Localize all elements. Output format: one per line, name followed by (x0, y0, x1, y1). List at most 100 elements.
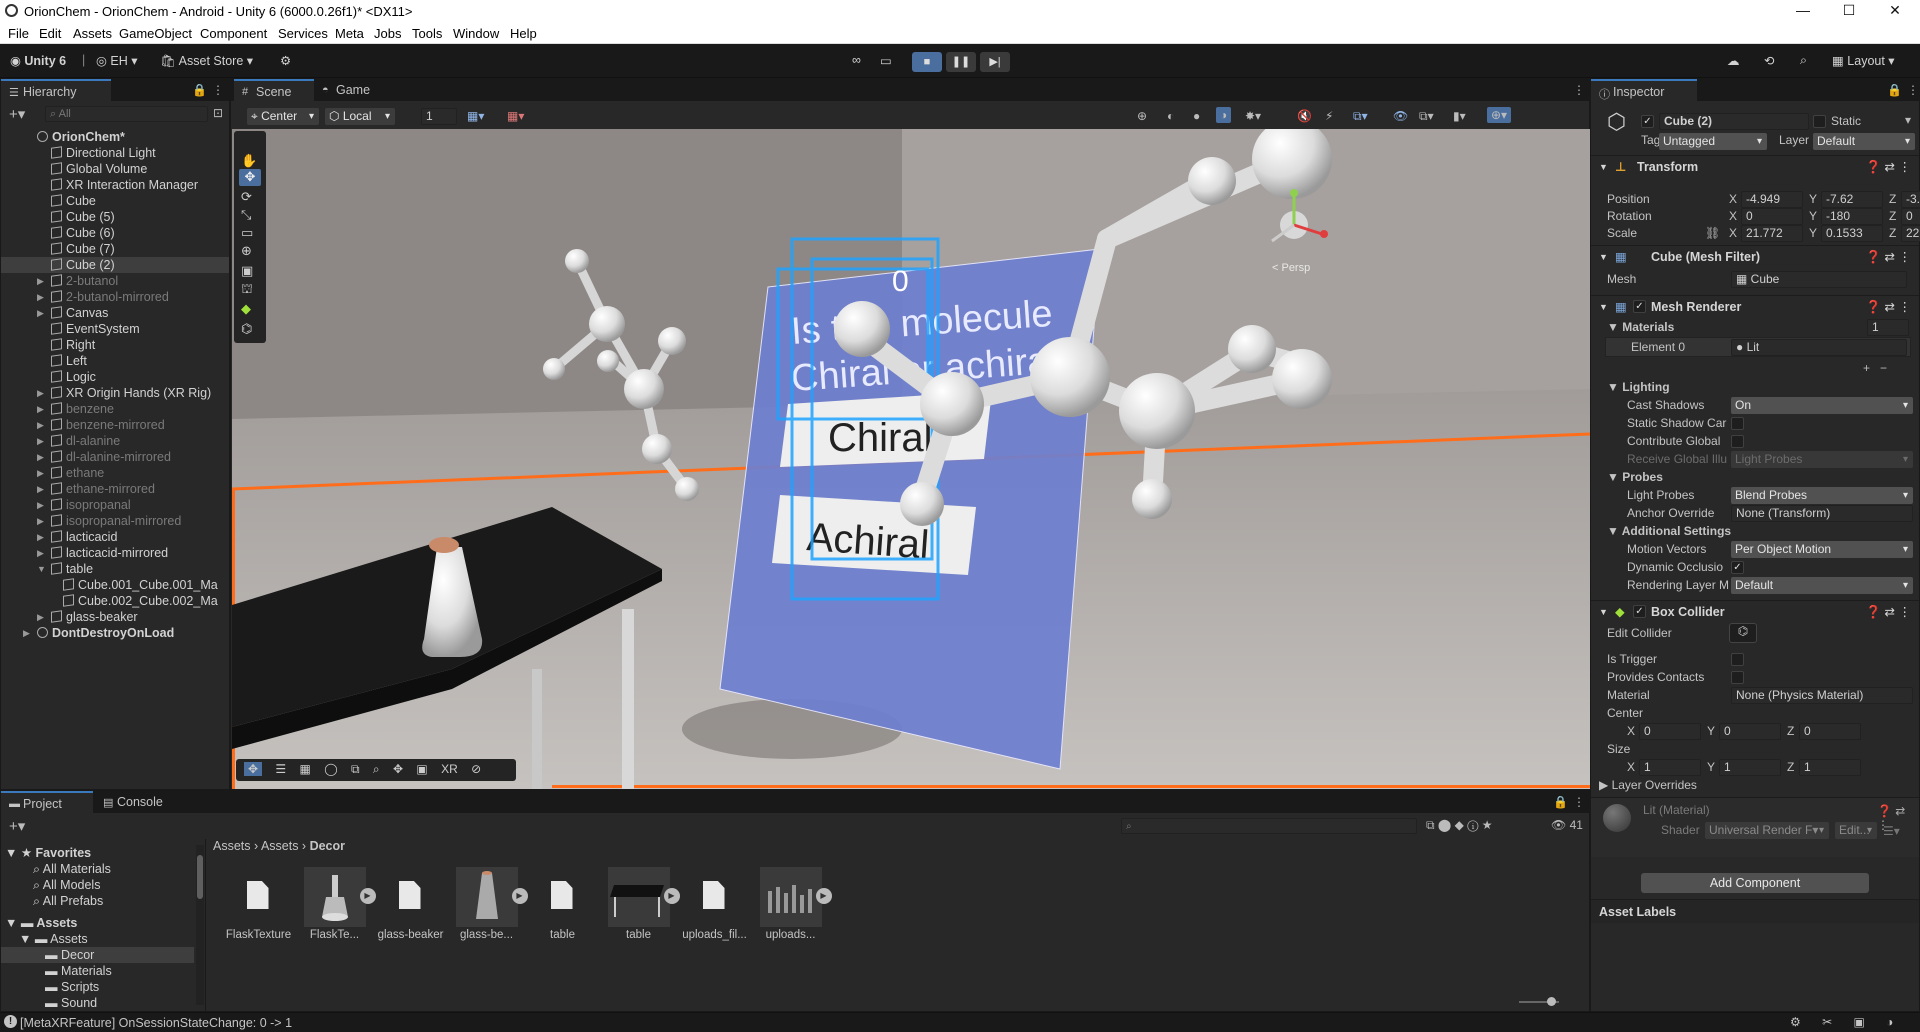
scale-z-field[interactable]: 22.765 (1901, 225, 1920, 242)
light-probes-dropdown[interactable]: Blend Probes (1731, 487, 1913, 504)
asset-item[interactable]: table (525, 867, 600, 941)
status-icons[interactable]: ⚙ ✂ ▣ ◑ (1790, 1015, 1893, 1029)
size-z-field[interactable]: 1 (1799, 759, 1861, 776)
tab-game[interactable]: ◓ Game (314, 79, 384, 101)
hierarchy-item[interactable]: ▶ dl-alanine-mirrored (1, 449, 229, 465)
expand-arrow-icon[interactable]: ▶ (37, 449, 44, 465)
overlay-compass-icon[interactable]: ⊘ (471, 762, 481, 776)
scale-tool-icon[interactable]: ⤡ (241, 207, 251, 223)
physics-material-field[interactable]: None (Physics Material) (1731, 687, 1913, 704)
layers-icon[interactable]: ⧉▾ (1353, 109, 1368, 124)
lock-icon[interactable]: 🔒 (1887, 83, 1902, 97)
hierarchy-item[interactable]: Cube (7) (1, 241, 229, 257)
position-x-field[interactable]: -4.949 (1741, 191, 1803, 208)
overlay-camera-icon[interactable]: ▣ (416, 762, 427, 776)
tab-hierarchy[interactable]: ☰ Hierarchy (1, 79, 111, 101)
cloud-icon[interactable]: ☁ (1727, 53, 1740, 68)
persp-label[interactable]: < Persp (1272, 262, 1310, 274)
component-menu-icons[interactable]: ❓ ⇄ ⋮ (1866, 601, 1911, 623)
search-icon[interactable]: ⌕ (1800, 53, 1807, 68)
mesh-renderer-enabled-checkbox[interactable]: ✓ (1633, 300, 1646, 313)
asset-store-button[interactable]: 🛍 Asset Store ▾ (160, 53, 253, 69)
achiral-button[interactable]: Achiral (772, 495, 976, 575)
overlay-xr-button[interactable]: XR (441, 762, 458, 776)
center-z-field[interactable]: 0 (1799, 723, 1861, 740)
component-menu-icons[interactable]: ❓ ⇄ ⋮ (1866, 156, 1911, 178)
hierarchy-item[interactable]: Cube (2) (1, 257, 229, 273)
tab-scene[interactable]: # Scene (234, 79, 314, 101)
expand-arrow-icon[interactable]: ▶ (37, 497, 44, 513)
hierarchy-item[interactable]: Cube (6) (1, 225, 229, 241)
rotation-z-field[interactable]: 0 (1901, 208, 1920, 225)
menu-window[interactable]: Window (453, 26, 499, 41)
layer-overrides-label[interactable]: ▶ Layer Overrides (1599, 777, 1697, 794)
unity-account-button[interactable]: ◉ Unity 6 (10, 53, 66, 68)
hierarchy-item[interactable]: ▶ ethane-mirrored (1, 481, 229, 497)
hierarchy-item[interactable]: ▶ glass-beaker (1, 609, 229, 625)
rotation-x-field[interactable]: 0 (1741, 208, 1803, 225)
cloud-diagnostics-icon[interactable]: ⚙ (280, 53, 291, 68)
play-button[interactable]: ■ (912, 52, 942, 72)
hierarchy-item[interactable]: ▶ benzene (1, 401, 229, 417)
position-y-field[interactable]: -7.62 (1821, 191, 1883, 208)
account-dropdown[interactable]: ◎ EH ▾ (96, 53, 138, 68)
asset-item[interactable]: FlaskTexture (221, 867, 296, 941)
hierarchy-item[interactable]: Cube (5) (1, 209, 229, 225)
favorite-all-prefabs[interactable]: ⌕ All Prefabs (33, 893, 103, 909)
hierarchy-item[interactable]: ▶ isopropanal (1, 497, 229, 513)
hierarchy-item[interactable]: ▼ table (1, 561, 229, 577)
create-asset-button[interactable]: +▾ (9, 817, 25, 835)
anchor-override-field[interactable]: None (Transform) (1731, 505, 1913, 522)
tab-inspector[interactable]: ⓘ Inspector (1591, 79, 1697, 101)
expand-arrow-icon[interactable]: ▶ (37, 385, 44, 401)
expand-arrow-icon[interactable]: ▶ (23, 625, 30, 641)
expand-prefab-icon[interactable]: ▶ (815, 888, 832, 904)
hierarchy-item[interactable]: ▶ lacticacid-mirrored (1, 545, 229, 561)
xr-simulator-icon[interactable]: ∞ (852, 53, 861, 67)
edit-collider-tool-icon[interactable]: ⌬ (241, 321, 252, 337)
asset-item[interactable]: ▶ table (601, 867, 680, 941)
move-tool-icon[interactable]: ✥ (239, 169, 261, 186)
expand-arrow-icon[interactable]: ▶ (37, 465, 44, 481)
menu-gameobject[interactable]: GameObject (119, 26, 192, 41)
scene-camera-icon[interactable]: ⧉▾ (1419, 109, 1434, 124)
overlay-grid-icon[interactable]: ▦ (300, 762, 311, 776)
asset-item[interactable]: ▶ FlaskTe... (297, 867, 376, 941)
asset-item[interactable]: ▶ uploads... (753, 867, 832, 941)
overlay-layers-icon[interactable]: ⧉ (351, 762, 360, 776)
overlay-align-icon[interactable]: ☰ (275, 762, 286, 776)
favorites-header[interactable]: ▼ ★ Favorites (5, 845, 91, 861)
hierarchy-item[interactable]: Directional Light (1, 145, 229, 161)
hierarchy-item[interactable]: ▶ dl-alanine (1, 433, 229, 449)
dynamic-occlusion-checkbox[interactable]: ✓ (1731, 561, 1744, 574)
hierarchy-item[interactable]: ▶ lacticacid (1, 529, 229, 545)
expand-arrow-icon[interactable]: ▶ (37, 289, 44, 305)
menu-file[interactable]: File (8, 26, 29, 41)
favorite-all-models[interactable]: ⌕ All Models (33, 877, 100, 893)
asset-item[interactable]: glass-beaker (373, 867, 448, 941)
scene-viewport[interactable]: 0 Is this molecule Chiral or achiral Chi… (232, 129, 1590, 789)
mesh-field[interactable]: ▦ Cube (1731, 271, 1907, 288)
box-collider-enabled-checkbox[interactable]: ✓ (1633, 605, 1646, 618)
object-name-field[interactable]: Cube (2) (1659, 113, 1809, 130)
provides-contacts-checkbox[interactable] (1731, 671, 1744, 684)
zoom-slider[interactable] (1519, 997, 1559, 1006)
menu-jobs[interactable]: Jobs (374, 26, 401, 41)
hierarchy-item[interactable]: ▶ ethane (1, 465, 229, 481)
hierarchy-item[interactable]: ▶ DontDestroyOnLoad (1, 625, 229, 641)
view-tool-icon[interactable]: ✋ (241, 153, 257, 169)
static-dropdown-icon[interactable]: ▾ (1905, 113, 1911, 127)
asset-labels-section[interactable]: Asset Labels (1591, 899, 1919, 923)
expand-arrow-icon[interactable]: ▶ (37, 609, 44, 625)
history-icon[interactable]: ⟲ (1764, 53, 1774, 68)
rect-tool-icon[interactable]: ▭ (241, 225, 253, 241)
folder-sound[interactable]: ▬ Sound (45, 995, 97, 1011)
expand-arrow-icon[interactable]: ▶ (37, 417, 44, 433)
hierarchy-item[interactable]: ▶ 2-butanol (1, 273, 229, 289)
grid-snap-icon[interactable]: ▦▾ (467, 109, 484, 123)
element-0-field[interactable]: ● Lit (1731, 339, 1907, 356)
increment-snap-icon[interactable]: ▦▾ (507, 109, 524, 123)
tab-project[interactable]: ▬ Project (1, 791, 93, 813)
static-checkbox[interactable] (1813, 115, 1826, 128)
create-button[interactable]: +▾ (9, 105, 25, 123)
